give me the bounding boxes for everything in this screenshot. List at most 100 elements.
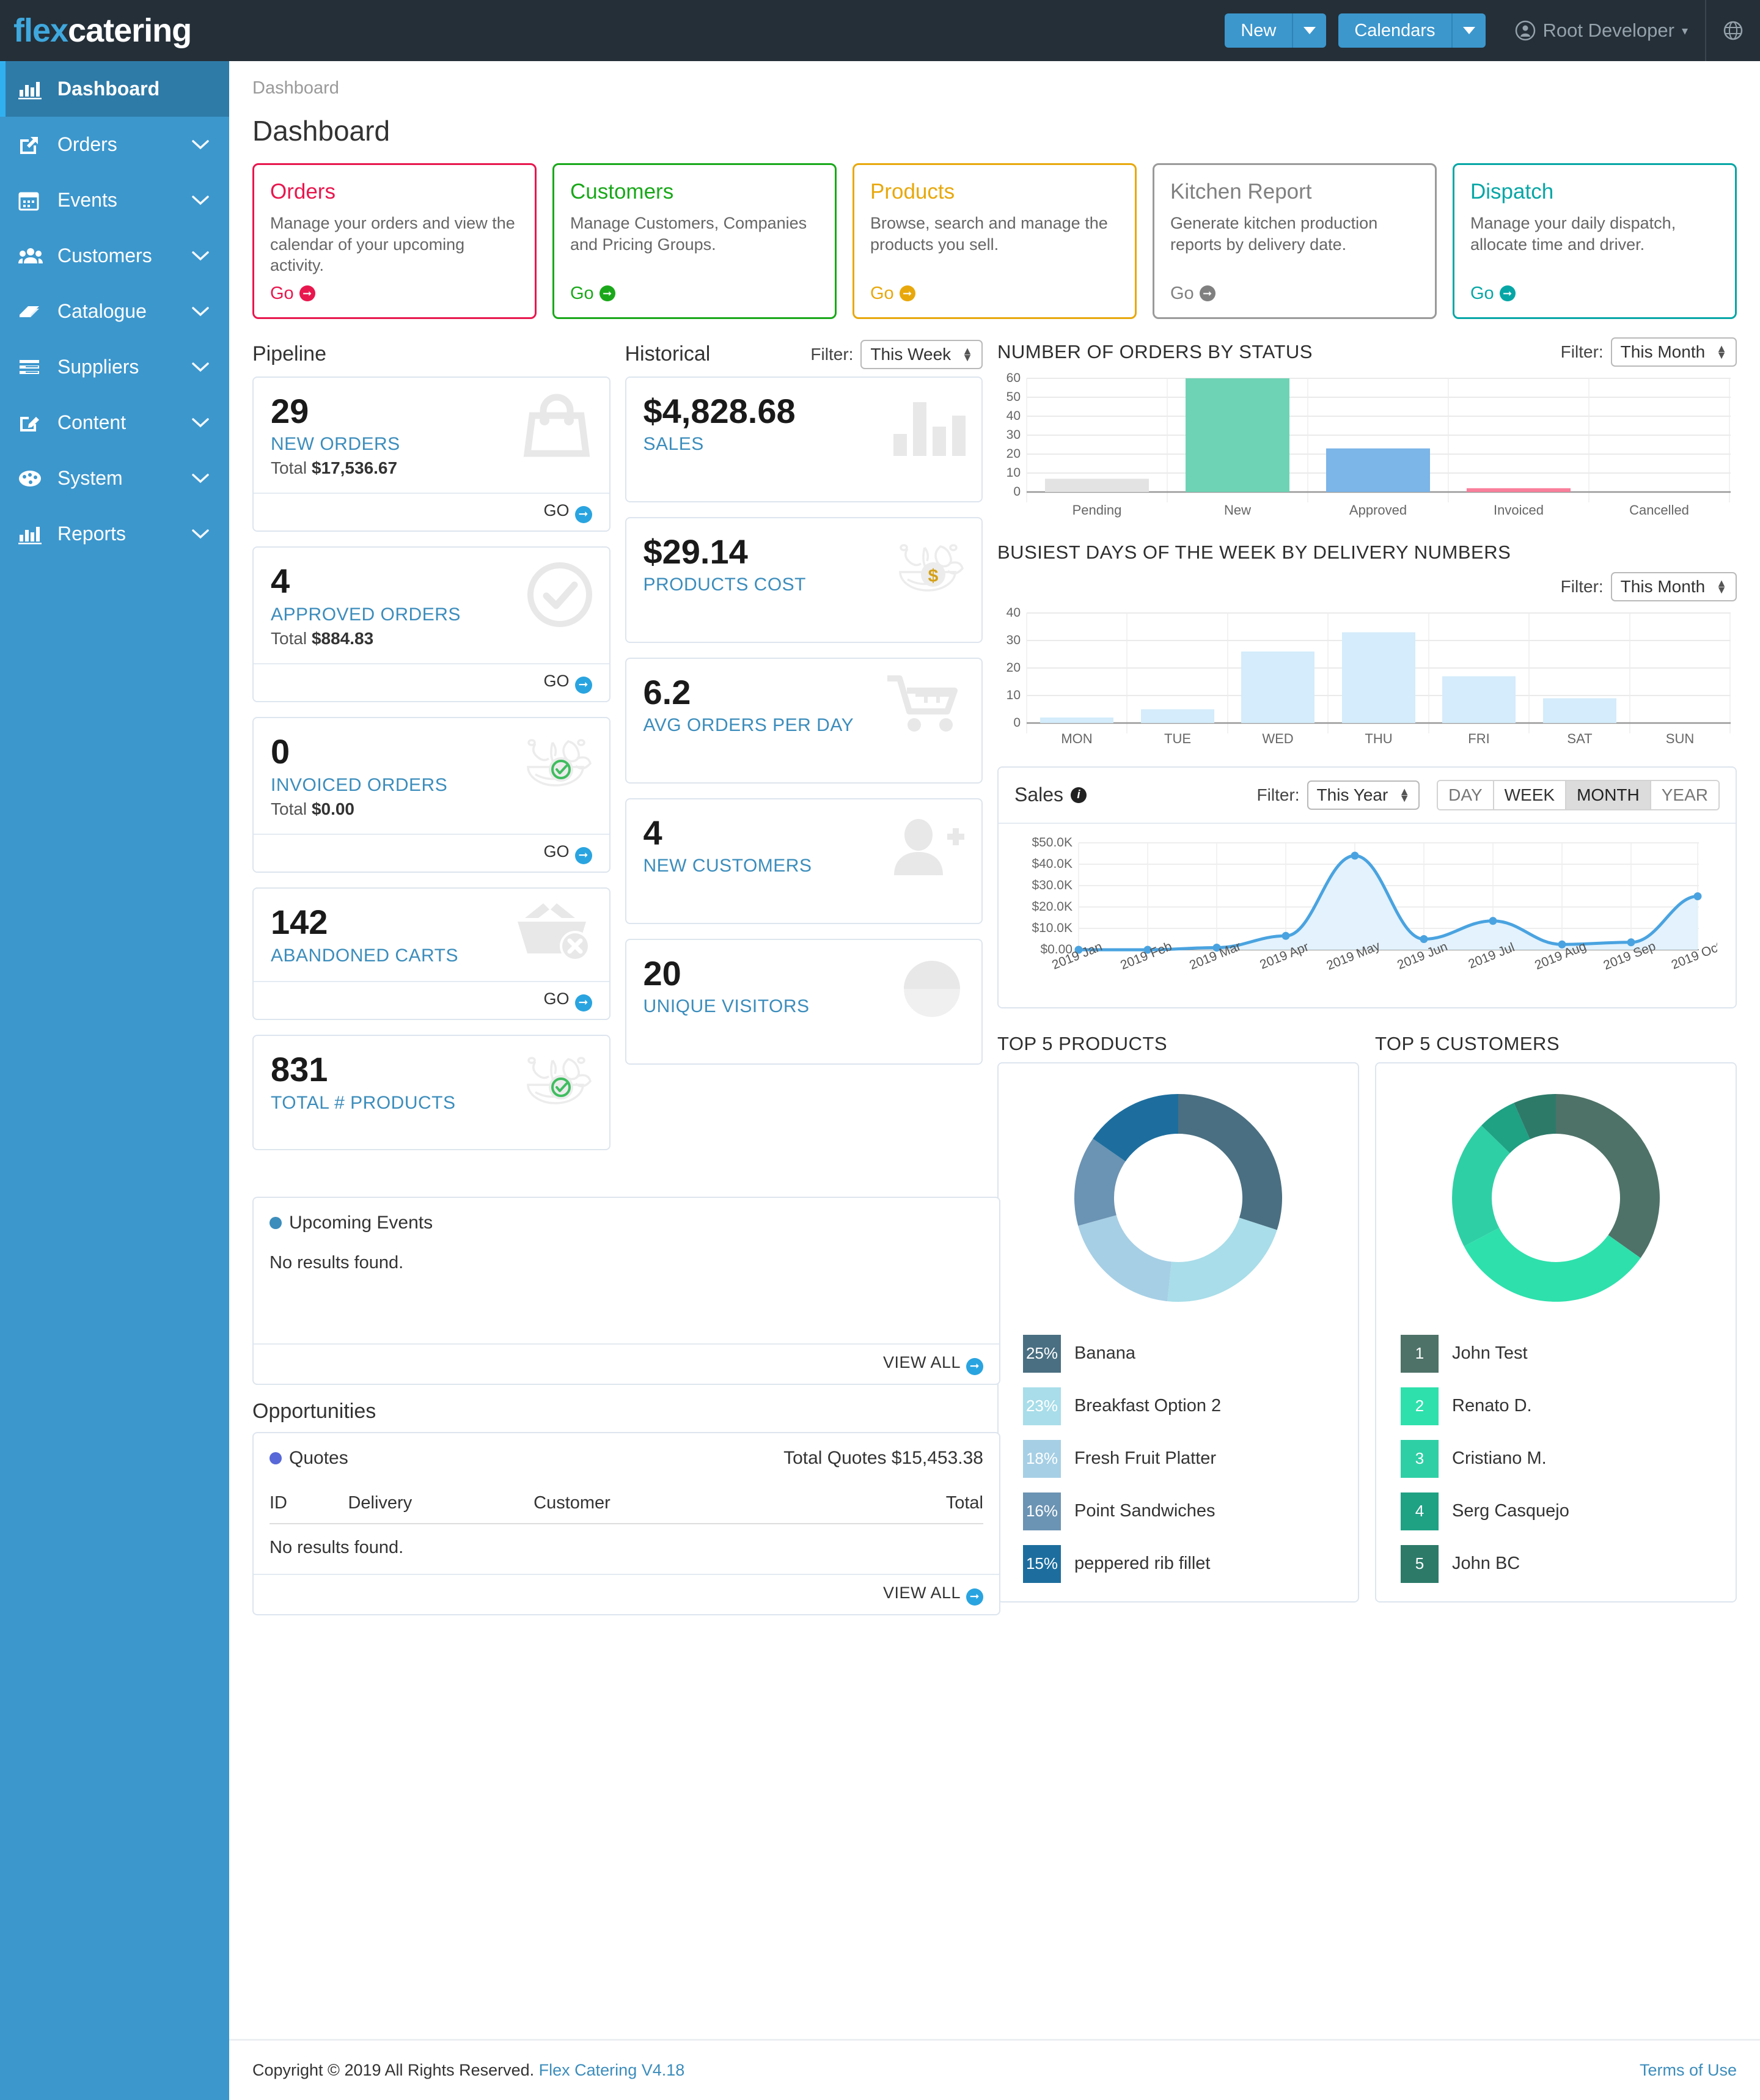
svg-text:$20.0K: $20.0K [1032, 900, 1072, 914]
stat-card-new-orders[interactable]: 29 NEW ORDERS Total $17,536.67 GO ➞ [252, 376, 610, 532]
brand-logo[interactable]: flex catering [0, 0, 229, 61]
shortcut-go-link[interactable]: Go ➞ [1170, 284, 1419, 304]
sidebar-item-system[interactable]: System [0, 450, 229, 506]
info-icon[interactable]: i [1071, 787, 1087, 803]
sales-range-year[interactable]: YEAR [1649, 780, 1718, 809]
bar-chart-icon [18, 79, 46, 100]
sidebar-item-events[interactable]: Events [0, 172, 229, 228]
busiest-days-filter-value: This Month [1620, 576, 1706, 596]
shortcut-go-link[interactable]: Go ➞ [1470, 284, 1719, 304]
calendars-dropdown-caret-icon[interactable] [1451, 13, 1486, 48]
food-check-icon [517, 1049, 593, 1114]
legend-item[interactable]: 4 Serg Casquejo [1401, 1492, 1711, 1530]
sales-area-chart: $50.0K $40.0K $30.0K $20.0K $10.0K $0.00 [999, 824, 1736, 1007]
stat-total: Total $0.00 [271, 799, 355, 819]
orders-by-status-chart: 60 50 40 30 20 10 0 Pending New Approved… [997, 373, 1737, 519]
stat-go-link[interactable]: GO ➞ [254, 980, 609, 1019]
sales-filter-select[interactable]: This Year ▲ ▼ [1307, 780, 1420, 810]
stat-go-link[interactable]: GO ➞ [254, 834, 609, 872]
new-dropdown-caret-icon[interactable] [1292, 13, 1327, 48]
legend-label: Fresh Fruit Platter [1074, 1448, 1217, 1469]
new-button[interactable]: New [1225, 13, 1292, 48]
shortcut-card-products[interactable]: Products Browse, search and manage the p… [853, 163, 1137, 319]
svg-text:Invoiced: Invoiced [1494, 502, 1544, 518]
column-delivery: Delivery [348, 1488, 534, 1524]
legend-item[interactable]: 5 John BC [1401, 1544, 1711, 1583]
sales-range-month[interactable]: MONTH [1565, 780, 1650, 809]
sidebar-item-dashboard[interactable]: Dashboard [0, 61, 229, 117]
quotes-view-all[interactable]: VIEW ALL ➞ [254, 1574, 999, 1614]
footer-terms-link[interactable]: Terms of Use [1640, 2061, 1737, 2080]
food-check-icon [517, 732, 593, 796]
orders-status-filter-value: This Month [1620, 342, 1706, 361]
pipeline-header: Pipeline [252, 337, 610, 372]
stat-card-unique-visitors[interactable]: 20 UNIQUE VISITORS [625, 938, 983, 1065]
sidebar-item-suppliers[interactable]: Suppliers [0, 339, 229, 395]
legend-item[interactable]: 25% Banana [1023, 1334, 1333, 1373]
stat-card-abandoned-carts[interactable]: 142 ABANDONED CARTS GO ➞ [252, 887, 610, 1020]
shortcut-cards: Orders Manage your orders and view the c… [229, 147, 1760, 319]
legend-label: Serg Casquejo [1452, 1501, 1569, 1521]
shortcut-title: Products [870, 180, 955, 204]
table-row: No results found. [270, 1524, 983, 1558]
brand-part-catering: catering [68, 12, 192, 49]
bar-chart-icon [18, 524, 46, 545]
sales-range-day[interactable]: DAY [1438, 780, 1493, 809]
sidebar-item-reports[interactable]: Reports [0, 506, 229, 562]
shortcut-card-dispatch[interactable]: Dispatch Manage your daily dispatch, all… [1453, 163, 1737, 319]
shortcut-card-kitchen-report[interactable]: Kitchen Report Generate kitchen producti… [1153, 163, 1437, 319]
legend-label: John Test [1452, 1343, 1528, 1364]
shortcut-card-orders[interactable]: Orders Manage your orders and view the c… [252, 163, 537, 319]
arrow-right-circle-icon: ➞ [574, 994, 592, 1011]
sidebar-item-customers[interactable]: Customers [0, 228, 229, 284]
legend-item[interactable]: 2 Renato D. [1401, 1387, 1711, 1425]
sidebar-item-catalogue[interactable]: Catalogue [0, 284, 229, 339]
language-globe-button[interactable] [1705, 0, 1760, 61]
charts-column: NUMBER OF ORDERS BY STATUS Filter: This … [997, 337, 1737, 1603]
sidebar-item-orders[interactable]: Orders [0, 117, 229, 172]
sales-panel-title-wrap: Sales i [1014, 784, 1087, 806]
stat-total: Total $884.83 [271, 629, 374, 648]
spinner-arrows-icon: ▲ ▼ [1716, 342, 1727, 361]
spinner-arrows-icon: ▲ ▼ [1716, 576, 1727, 596]
shortcut-go-label: Go [570, 283, 594, 303]
sales-range-week[interactable]: WEEK [1492, 780, 1566, 809]
stat-card-products-cost[interactable]: $29.14 PRODUCTS COST $ [625, 516, 983, 643]
legend-item[interactable]: 3 Cristiano M. [1401, 1439, 1711, 1478]
calendars-button[interactable]: Calendars [1338, 13, 1451, 48]
stat-go-link[interactable]: GO ➞ [254, 493, 609, 531]
historical-header: Historical Filter: This Week ▲ ▼ [625, 337, 983, 372]
shortcut-go-link[interactable]: Go ➞ [270, 284, 519, 304]
upcoming-events-view-all[interactable]: VIEW ALL ➞ [254, 1343, 999, 1384]
sidebar-item-label: Content [57, 411, 127, 433]
legend-item[interactable]: 15% peppered rib fillet [1023, 1544, 1333, 1583]
shortcut-title: Kitchen Report [1170, 180, 1312, 204]
stat-card-sales[interactable]: $4,828.68 SALES [625, 376, 983, 502]
sales-filter-value: This Year [1316, 785, 1388, 804]
svg-text:10: 10 [1007, 688, 1021, 702]
legend-item[interactable]: 1 John Test [1401, 1334, 1711, 1373]
svg-text:Cancelled: Cancelled [1629, 502, 1689, 518]
legend-item[interactable]: 16% Point Sandwiches [1023, 1492, 1333, 1530]
legend-item[interactable]: 18% Fresh Fruit Platter [1023, 1439, 1333, 1478]
sidebar-item-label: Catalogue [57, 300, 147, 322]
stat-card-approved-orders[interactable]: 4 APPROVED ORDERS Total $884.83 GO ➞ [252, 546, 610, 703]
footer-app-link[interactable]: Flex Catering V4.18 [539, 2061, 685, 2079]
busiest-days-filter-select[interactable]: This Month ▲ ▼ [1610, 571, 1737, 601]
arrow-right-circle-icon: ➞ [574, 506, 592, 524]
external-link-icon [18, 134, 46, 155]
historical-filter-select[interactable]: This Week ▲ ▼ [860, 339, 983, 369]
stat-card-invoiced-orders[interactable]: 0 INVOICED ORDERS Total $0.00 GO ➞ [252, 717, 610, 873]
user-menu[interactable]: Root Developer ▾ [1498, 20, 1705, 42]
shortcut-go-link[interactable]: Go ➞ [570, 284, 819, 304]
sidebar-item-content[interactable]: Content [0, 395, 229, 450]
legend-item[interactable]: 23% Breakfast Option 2 [1023, 1387, 1333, 1425]
shortcut-card-customers[interactable]: Customers Manage Customers, Companies an… [552, 163, 837, 319]
stat-card-new-customers[interactable]: 4 NEW CUSTOMERS [625, 798, 983, 924]
shortcut-go-link[interactable]: Go ➞ [870, 284, 1119, 304]
stat-go-link[interactable]: GO ➞ [254, 663, 609, 701]
historical-filter: Filter: This Week ▲ ▼ [810, 339, 983, 369]
orders-status-filter-select[interactable]: This Month ▲ ▼ [1610, 337, 1737, 367]
stat-card-avg-orders-per-day[interactable]: 6.2 AVG ORDERS PER DAY [625, 657, 983, 784]
stat-card-total-products[interactable]: 831 TOTAL # PRODUCTS [252, 1034, 610, 1150]
